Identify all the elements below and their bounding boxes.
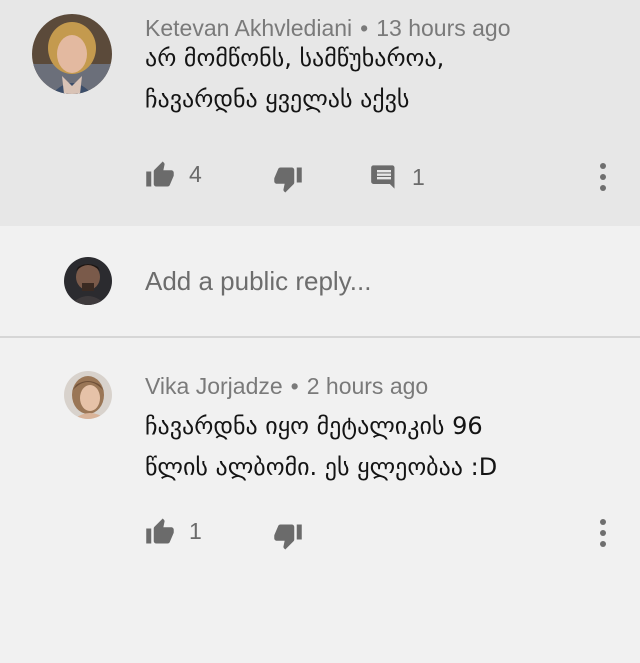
reply-meta: Vika Jorjadze • 2 hours ago xyxy=(145,373,428,400)
reply-avatar[interactable] xyxy=(64,371,112,419)
reply-like-button[interactable]: 1 xyxy=(145,517,202,545)
reply-like-count: 1 xyxy=(189,517,202,544)
dislike-button[interactable] xyxy=(273,166,303,194)
thumb-down-icon xyxy=(273,166,303,194)
user-avatar xyxy=(64,257,112,305)
reply-dislike-button[interactable] xyxy=(273,523,303,551)
reply-input[interactable]: Add a public reply... xyxy=(145,266,371,297)
comment-line-1: არ მომწონს, სამწუხაროა, xyxy=(145,44,445,72)
reply-time[interactable]: 2 hours ago xyxy=(307,373,428,399)
reply-comment-icon xyxy=(370,163,398,191)
reply-comments-button[interactable]: 1 xyxy=(370,163,425,191)
thumb-up-icon xyxy=(145,160,175,188)
meta-separator: • xyxy=(290,373,299,399)
reply-count: 1 xyxy=(412,163,425,190)
like-button[interactable]: 4 xyxy=(145,160,202,188)
comment-card: Ketevan Akhvlediani • 13 hours ago არ მომწ… xyxy=(0,0,640,226)
reply-line-1: ჩავარდნა იყო მეტალიკის 96 xyxy=(145,412,483,440)
reply-text: ჩავარდნა იყო მეტალიკის 96 წლის ალბომი. ე… xyxy=(145,406,497,488)
more-vert-icon[interactable] xyxy=(598,163,608,191)
thumb-down-icon xyxy=(273,523,303,551)
reply-author[interactable]: Vika Jorjadze xyxy=(145,373,283,399)
comment-text: არ მომწონს, სამწუხაროა, ჩავარდნა ყველას … xyxy=(145,38,444,120)
reply-line-2: წლის ალბომი. ეს ყლეობაა :D xyxy=(145,453,498,481)
thumb-up-icon xyxy=(145,517,175,545)
more-vert-icon[interactable] xyxy=(598,519,608,547)
like-count: 4 xyxy=(189,160,202,187)
comment-line-2: ჩავარდნა ყველას აქვს xyxy=(145,85,410,113)
avatar[interactable] xyxy=(32,14,112,94)
reply-input-row: Add a public reply... xyxy=(0,226,640,338)
